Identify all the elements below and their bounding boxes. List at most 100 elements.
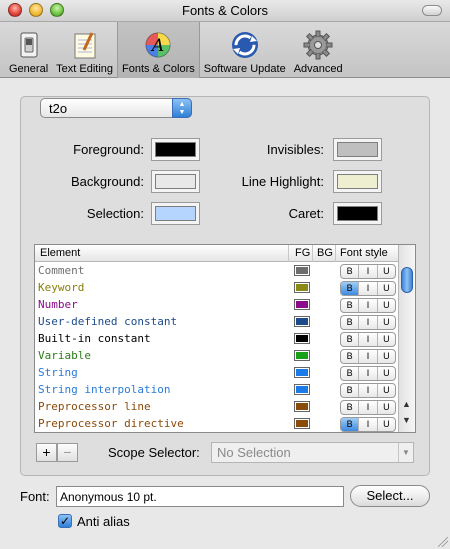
- underline-toggle[interactable]: U: [378, 418, 395, 431]
- italic-toggle[interactable]: I: [359, 350, 378, 363]
- caret-color-well[interactable]: [333, 202, 382, 225]
- italic-toggle[interactable]: I: [359, 282, 378, 295]
- italic-toggle[interactable]: I: [359, 299, 378, 312]
- fg-color-well[interactable]: [294, 418, 310, 429]
- table-row[interactable]: Number B I U: [35, 297, 399, 314]
- bold-toggle[interactable]: B: [341, 282, 360, 295]
- underline-toggle[interactable]: U: [378, 367, 395, 380]
- fg-color-well[interactable]: [294, 316, 310, 327]
- table-row[interactable]: String B I U: [35, 365, 399, 382]
- theme-popup[interactable]: t2o ▲ ▼: [40, 98, 192, 118]
- foreground-label: Foreground:: [73, 142, 144, 157]
- fg-color-well[interactable]: [294, 350, 310, 361]
- remove-element-button[interactable]: −: [57, 443, 78, 462]
- caret-swatch: [337, 206, 378, 221]
- fg-color-well[interactable]: [294, 265, 310, 276]
- add-element-button[interactable]: +: [36, 443, 57, 462]
- column-header-bg[interactable]: BG: [317, 247, 333, 259]
- scroll-down-arrow-icon[interactable]: ▼: [402, 415, 411, 425]
- fg-color-well[interactable]: [294, 367, 310, 378]
- column-header-fg[interactable]: FG: [295, 247, 310, 259]
- fg-color-well[interactable]: [294, 333, 310, 344]
- bold-toggle[interactable]: B: [341, 418, 360, 431]
- title-bar: Fonts & Colors: [0, 0, 450, 22]
- tab-software-update-label: Software Update: [203, 63, 286, 75]
- fg-swatch: [296, 386, 308, 393]
- line-highlight-color-well[interactable]: [333, 170, 382, 193]
- bold-toggle[interactable]: B: [341, 333, 360, 346]
- font-style-segmented[interactable]: BIU: [340, 332, 396, 347]
- fg-color-well[interactable]: [294, 401, 310, 412]
- color-a-icon: A: [142, 29, 174, 61]
- table-row[interactable]: Comment B I U: [35, 263, 399, 280]
- tab-advanced[interactable]: Advanced: [290, 22, 347, 78]
- bold-toggle[interactable]: B: [341, 367, 360, 380]
- bold-toggle[interactable]: B: [341, 384, 360, 397]
- italic-toggle[interactable]: I: [359, 401, 378, 414]
- scope-selector-field[interactable]: No Selection ▼: [211, 442, 414, 463]
- bold-toggle[interactable]: B: [341, 316, 360, 329]
- underline-toggle[interactable]: U: [378, 350, 395, 363]
- italic-toggle[interactable]: I: [359, 316, 378, 329]
- tab-text-editing-label: Text Editing: [56, 63, 114, 75]
- scroll-up-arrow-icon[interactable]: ▲: [402, 399, 411, 409]
- gear-icon: [302, 29, 334, 61]
- anti-alias-checkbox[interactable]: ✓: [58, 514, 72, 528]
- fg-color-well[interactable]: [294, 299, 310, 310]
- fg-color-well[interactable]: [294, 282, 310, 293]
- bold-toggle[interactable]: B: [341, 299, 360, 312]
- tab-text-editing[interactable]: Text Editing: [52, 22, 117, 78]
- tab-software-update[interactable]: Software Update: [200, 22, 290, 78]
- italic-toggle[interactable]: I: [359, 333, 378, 346]
- font-style-segmented[interactable]: BIU: [340, 315, 396, 330]
- resize-grip-icon[interactable]: [438, 537, 448, 547]
- toolbar-toggle-button[interactable]: [422, 5, 442, 16]
- table-row[interactable]: Preprocessor line B I U: [35, 399, 399, 416]
- fg-color-well[interactable]: [294, 384, 310, 395]
- window-title: Fonts & Colors: [182, 3, 268, 18]
- anti-alias-label[interactable]: Anti alias: [77, 514, 130, 529]
- italic-toggle[interactable]: I: [359, 384, 378, 397]
- column-header-element[interactable]: Element: [40, 247, 80, 259]
- bold-toggle[interactable]: B: [341, 401, 360, 414]
- table-row[interactable]: Variable B I U: [35, 348, 399, 365]
- invisibles-color-well[interactable]: [333, 138, 382, 161]
- underline-toggle[interactable]: U: [378, 299, 395, 312]
- select-font-button[interactable]: Select...: [350, 485, 430, 507]
- underline-toggle[interactable]: U: [378, 316, 395, 329]
- table-row[interactable]: String interpolation B I U: [35, 382, 399, 399]
- table-row[interactable]: Preprocessor directive B I U: [35, 416, 399, 432]
- fg-swatch: [296, 420, 308, 427]
- table-row[interactable]: User-defined constant B I U: [35, 314, 399, 331]
- font-style-segmented[interactable]: BIU: [340, 349, 396, 364]
- font-field[interactable]: Anonymous 10 pt.: [56, 486, 344, 507]
- font-style-segmented[interactable]: BIU: [340, 298, 396, 313]
- bold-toggle[interactable]: B: [341, 350, 360, 363]
- italic-toggle[interactable]: I: [359, 265, 378, 278]
- column-header-font-style[interactable]: Font style: [340, 247, 388, 259]
- underline-toggle[interactable]: U: [378, 282, 395, 295]
- font-style-segmented[interactable]: BIU: [340, 417, 396, 432]
- table-scrollbar[interactable]: ▲ ▼: [398, 245, 415, 432]
- italic-toggle[interactable]: I: [359, 367, 378, 380]
- italic-toggle[interactable]: I: [359, 418, 378, 431]
- underline-toggle[interactable]: U: [378, 265, 395, 278]
- chevron-down-icon[interactable]: ▼: [398, 443, 413, 462]
- svg-text:A: A: [150, 36, 164, 56]
- tab-general[interactable]: General: [5, 22, 52, 78]
- font-style-segmented[interactable]: BIU: [340, 366, 396, 381]
- font-style-segmented[interactable]: BIU: [340, 400, 396, 415]
- underline-toggle[interactable]: U: [378, 401, 395, 414]
- element-name: Number: [38, 298, 78, 311]
- underline-toggle[interactable]: U: [378, 333, 395, 346]
- tab-fonts-colors[interactable]: A Fonts & Colors: [117, 22, 200, 78]
- font-style-segmented[interactable]: BIU: [340, 383, 396, 398]
- font-style-segmented[interactable]: BIU: [340, 264, 396, 279]
- font-style-segmented[interactable]: BIU: [340, 281, 396, 296]
- table-row[interactable]: Keyword B I U: [35, 280, 399, 297]
- bold-toggle[interactable]: B: [341, 265, 360, 278]
- underline-toggle[interactable]: U: [378, 384, 395, 397]
- table-row[interactable]: Built-in constant B I U: [35, 331, 399, 348]
- scrollbar-thumb[interactable]: [401, 267, 413, 293]
- fg-swatch: [296, 335, 308, 342]
